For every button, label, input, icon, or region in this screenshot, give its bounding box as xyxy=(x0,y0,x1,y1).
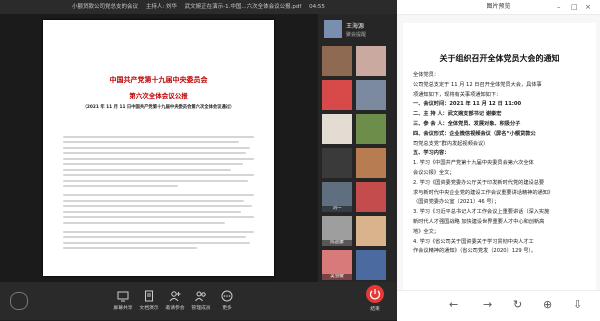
participant-tile[interactable] xyxy=(356,46,386,76)
notice-line: 求与新时代中央企业党的建设工作会议重要讲话精神的通知》 xyxy=(413,189,554,196)
participants-sidebar: 王海源 聚会提醒 刘一 陈迎康 吴雪敏 xyxy=(318,14,397,282)
invite-label: 邀请参会 xyxy=(165,306,185,311)
meeting-toolbar: 屏幕共享 文档演示 邀请参会 管理成员 更多 结束 xyxy=(0,282,397,320)
minimize-icon[interactable]: – xyxy=(557,2,561,12)
meeting-title-bar: 小额贷款公司党总支的会议 主持人: 刘华 武文婉正在演示-1.中国...六次全体… xyxy=(0,0,397,14)
notice-line: 公司党总支定于 11 月 12 日召开全体党员大会，具体事 xyxy=(413,81,542,88)
notice-line: 司党总支党”群内发起视频会议） xyxy=(413,140,489,147)
participant-tile[interactable] xyxy=(356,216,386,246)
notice-line: 地》全文； xyxy=(413,228,439,235)
more-label: 更多 xyxy=(222,306,232,311)
participant-tile[interactable] xyxy=(356,114,386,144)
participant-tile[interactable] xyxy=(356,80,386,110)
members-icon xyxy=(195,291,206,302)
notice-line: 三、参 会 人：全体党员、发展对象、积极分子 xyxy=(413,120,521,127)
notice-line: 3. 学习《习近平总书记人才工作会议上重要讲话（深入实施 xyxy=(413,209,550,216)
document-icon xyxy=(145,290,153,302)
participant-tile[interactable] xyxy=(356,182,386,212)
participant-tile[interactable]: 吴雪敏 xyxy=(322,250,352,280)
notice-line: 五、学习内容： xyxy=(413,150,450,157)
elapsed-time: 04:55 xyxy=(309,4,325,10)
more-icon xyxy=(221,290,233,302)
notice-line: 1. 学习《中国共产党第十九届中央委员会第六次全体 xyxy=(413,160,534,167)
end-meeting-label: 结束 xyxy=(370,307,380,312)
meeting-app-window: 小额贷款公司党总支的会议 主持人: 刘华 武文婉正在演示-1.中国...六次全体… xyxy=(0,0,397,320)
power-icon xyxy=(366,285,384,303)
participant-tile[interactable]: 刘一 xyxy=(322,182,352,212)
more-button[interactable]: 更多 xyxy=(214,290,240,318)
participant-label: 吴雪敏 xyxy=(322,274,352,280)
notice-line: 一、会议时间：2021 年 11 月 12 日 11:00 xyxy=(413,101,522,108)
rotate-icon[interactable]: ↻ xyxy=(513,297,522,313)
host-label: 主持人: 刘华 xyxy=(145,4,177,10)
screen-share-icon xyxy=(117,291,129,302)
arrow-left-icon[interactable]: ← xyxy=(449,297,458,313)
preview-image-area[interactable]: 关于组织召开全体党员大会的通知 全体党员： 公司党总支定于 11 月 12 日召… xyxy=(397,15,600,290)
shared-screen-stage: 中国共产党第十九届中央委员会 第六次全体会议公报 （2021 年 11 月 11… xyxy=(0,14,318,282)
close-icon[interactable]: × xyxy=(585,2,591,12)
meeting-title: 小额贷款公司党总支的会议 xyxy=(72,4,139,10)
notice-image: 关于组织召开全体党员大会的通知 全体党员： 公司党总支定于 11 月 12 日召… xyxy=(403,23,596,290)
document-title-line2: 第六次全体会议公报 xyxy=(129,92,188,100)
participant-label: 陈迎康 xyxy=(322,240,352,246)
notice-line: 项通知如下，现将有关事项通知如下： xyxy=(413,91,502,98)
participant-tile[interactable] xyxy=(322,148,352,178)
screen-share-button[interactable]: 屏幕共享 xyxy=(110,290,136,318)
notice-line: 全体党员： xyxy=(413,72,439,78)
host-participant-status: 聚会提醒 xyxy=(346,32,367,38)
document-demo-button[interactable]: 文档演示 xyxy=(136,290,162,318)
notice-line: 会议公报》全文； xyxy=(413,169,455,176)
preview-window-title: 图片预览 xyxy=(486,3,511,10)
manage-members-label: 管理成员 xyxy=(191,306,211,311)
manage-members-button[interactable]: 管理成员 xyxy=(188,290,214,318)
notice-line: （国资党委办公室〔2021〕46 号）； xyxy=(413,199,500,206)
notice-line: 2. 学习《国资委党委办公厅关于印发新时代党的建设总要 xyxy=(413,179,545,186)
participant-tile[interactable] xyxy=(322,46,352,76)
zoom-icon[interactable]: ⊕ xyxy=(543,297,552,313)
participant-tile[interactable] xyxy=(356,250,386,280)
participant-tile[interactable] xyxy=(322,114,352,144)
preview-title-bar: 图片预览 – □ × xyxy=(397,0,600,15)
notice-line: 4. 学习《省公司关于国资委关于学习贯彻中央人才工 xyxy=(413,238,534,245)
notice-line: 新时代人才强国战略 加快建设世界重要人才中心和创新高 xyxy=(413,218,545,225)
download-icon[interactable]: ⇩ xyxy=(573,297,582,313)
participant-tile[interactable]: 陈迎康 xyxy=(322,216,352,246)
avatar xyxy=(324,20,342,38)
preview-nav-bar: ← → ↻ ⊕ ⇩ xyxy=(397,290,600,321)
document-title-line1: 中国共产党第十九届中央委员会 xyxy=(109,76,208,84)
notice-body: 全体党员： 公司党总支定于 11 月 12 日召开全体党员大会，具体事 项通知如… xyxy=(413,71,588,257)
microphone-icon[interactable] xyxy=(10,292,28,310)
image-preview-window: 图片预览 – □ × 关于组织召开全体党员大会的通知 全体党员： 公司党总支定于… xyxy=(397,0,600,321)
notice-line: 四、会议形式：企业微信视频会议（屏名“小额贷款公 xyxy=(413,130,536,137)
host-participant-name: 王海源 xyxy=(346,23,365,30)
arrow-right-icon[interactable]: → xyxy=(483,297,492,313)
title-bar-text: 小额贷款公司党总支的会议 主持人: 刘华 武文婉正在演示-1.中国...六次全体… xyxy=(0,0,397,14)
invite-button[interactable]: 邀请参会 xyxy=(162,290,188,318)
participant-tile[interactable] xyxy=(322,80,352,110)
invite-icon xyxy=(169,291,181,302)
sharing-status: 武文婉正在演示-1.中国...六次全体会议公报.pdf xyxy=(184,4,302,10)
end-meeting-button[interactable]: 结束 xyxy=(362,285,388,319)
notice-line: 作会议精神的通知》（省公司党发〔2020〕129 号）。 xyxy=(413,248,537,255)
participant-tile[interactable] xyxy=(356,148,386,178)
notice-heading: 关于组织召开全体党员大会的通知 xyxy=(439,54,560,63)
document-body-text xyxy=(63,132,254,253)
screen-share-label: 屏幕共享 xyxy=(113,306,133,311)
shared-document-page[interactable]: 中国共产党第十九届中央委员会 第六次全体会议公报 （2021 年 11 月 11… xyxy=(43,20,274,276)
host-participant[interactable]: 王海源 聚会提醒 xyxy=(324,18,394,42)
notice-line: 二、主 持 人：武文婉支部书记 谢秦宏 xyxy=(413,111,502,118)
document-demo-label: 文档演示 xyxy=(139,306,159,311)
participant-label: 刘一 xyxy=(322,206,352,212)
document-subtitle: （2021 年 11 月 11 日中国共产党第十九届中央委员会第六次全体会议通过… xyxy=(82,105,235,110)
maximize-icon[interactable]: □ xyxy=(571,2,578,12)
